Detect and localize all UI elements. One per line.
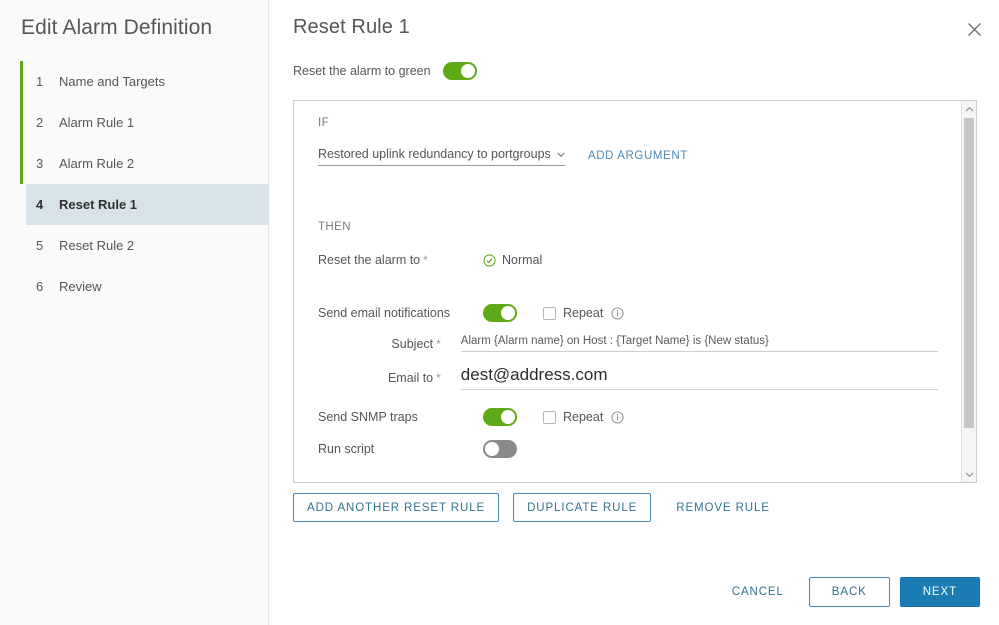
required-marker: * [423,253,428,267]
status-value: Normal [502,253,543,267]
subject-row: Subject * [318,335,938,352]
reset-to-green-label: Reset the alarm to green [293,64,431,78]
sidebar-item-alarm-rule-1[interactable]: 2 Alarm Rule 1 [26,102,269,143]
send-email-notifications-row: Send email notifications Repeat [318,304,624,322]
chevron-down-icon[interactable] [962,467,976,481]
run-script-row: Run script [318,440,517,458]
subject-input[interactable] [460,335,938,352]
send-email-notifications-toggle[interactable] [483,304,517,322]
step-label: Alarm Rule 1 [59,115,135,130]
step-number: 5 [36,238,44,253]
remove-rule-button[interactable]: REMOVE RULE [665,493,781,522]
info-circle-icon[interactable] [611,306,624,320]
step-number: 6 [36,279,44,294]
reset-alarm-to-row: Reset the alarm to * Normal [318,253,542,267]
duplicate-rule-button[interactable]: DUPLICATE RULE [513,493,652,522]
sidebar-item-review[interactable]: 6 Review [26,266,269,307]
reset-to-green-toggle[interactable] [442,62,477,80]
snmp-repeat-checkbox[interactable] [543,410,556,424]
rule-action-buttons: ADD ANOTHER RESET RULE DUPLICATE RULE RE… [293,493,781,522]
reset-rule-card-body: IF Restored uplink redundancy to portgro… [294,101,961,482]
subject-label: Subject * [318,336,441,351]
edit-alarm-definition-dialog: Edit Alarm Definition 1 Name and Targets… [0,0,999,625]
trigger-select[interactable]: Restored uplink redundancy to portgroups [318,147,565,166]
wizard-sidebar: Edit Alarm Definition 1 Name and Targets… [0,0,269,625]
sidebar-item-reset-rule-2[interactable]: 5 Reset Rule 2 [26,225,269,266]
required-marker: * [436,370,441,385]
info-circle-icon[interactable] [611,410,624,424]
email-repeat-group: Repeat [543,306,624,320]
step-number: 4 [36,197,44,212]
reset-alarm-to-label: Reset the alarm to * [318,253,483,267]
send-snmp-traps-toggle[interactable] [483,408,517,426]
reset-alarm-to-label-text: Reset the alarm to [318,253,421,267]
reset-rule-card: IF Restored uplink redundancy to portgro… [293,100,977,483]
chevron-up-icon[interactable] [962,102,976,116]
email-to-label-text: Email to [387,370,434,385]
step-label: Review [59,279,102,294]
send-snmp-traps-row: Send SNMP traps Repeat [318,408,624,426]
add-another-reset-rule-button[interactable]: ADD ANOTHER RESET RULE [293,493,500,522]
wizard-title: Edit Alarm Definition [21,16,213,39]
toggle-knob [485,442,499,456]
step-label: Reset Rule 2 [59,238,135,253]
next-button[interactable]: NEXT [899,577,980,607]
step-label: Reset Rule 1 [59,197,138,212]
toggle-knob [460,64,475,78]
toggle-knob [501,410,515,424]
snmp-repeat-label: Repeat [563,410,604,424]
email-repeat-label: Repeat [563,306,604,320]
sidebar-item-name-and-targets[interactable]: 1 Name and Targets [26,61,269,102]
email-repeat-checkbox[interactable] [543,306,556,320]
run-script-label: Run script [318,442,375,456]
status-badge: Normal [483,253,542,267]
circle-check-icon [483,253,496,267]
if-section-label: IF [318,117,330,129]
rule-card-scrollbar[interactable] [961,101,976,482]
cancel-button[interactable]: CANCEL [717,577,799,607]
close-icon[interactable] [961,16,987,42]
email-to-input[interactable] [460,365,938,390]
page-title: Reset Rule 1 [293,16,410,38]
step-label: Name and Targets [59,74,165,89]
wizard-step-list: 1 Name and Targets 2 Alarm Rule 1 3 Alar… [0,61,269,307]
subject-label-text: Subject [391,336,434,351]
step-number: 1 [36,74,44,89]
send-snmp-traps-label: Send SNMP traps [318,410,418,424]
add-argument-button[interactable]: ADD ARGUMENT [588,150,688,166]
reset-to-green-row: Reset the alarm to green [293,62,477,80]
wizard-progress-bar [20,61,23,184]
trigger-select-value: Restored uplink redundancy to portgroups [318,147,551,161]
scrollbar-thumb[interactable] [964,118,974,428]
step-number: 2 [36,115,44,130]
email-to-row: Email to * [318,365,938,390]
step-number: 3 [36,156,44,171]
sidebar-item-alarm-rule-2[interactable]: 3 Alarm Rule 2 [26,143,269,184]
main-content: Reset Rule 1 Reset the alarm to green IF… [270,0,999,625]
back-button[interactable]: BACK [808,577,890,607]
step-label: Alarm Rule 2 [59,156,135,171]
required-marker: * [436,336,441,351]
trigger-row: Restored uplink redundancy to portgroups… [318,147,688,166]
run-script-toggle[interactable] [483,440,517,458]
send-email-notifications-label: Send email notifications [318,306,451,320]
wizard-footer: CANCEL BACK NEXT [717,577,980,607]
toggle-knob [501,306,515,320]
sidebar-item-reset-rule-1[interactable]: 4 Reset Rule 1 [26,184,269,225]
snmp-repeat-group: Repeat [543,410,624,424]
email-to-label: Email to * [318,371,441,385]
then-section-label: THEN [318,221,351,233]
